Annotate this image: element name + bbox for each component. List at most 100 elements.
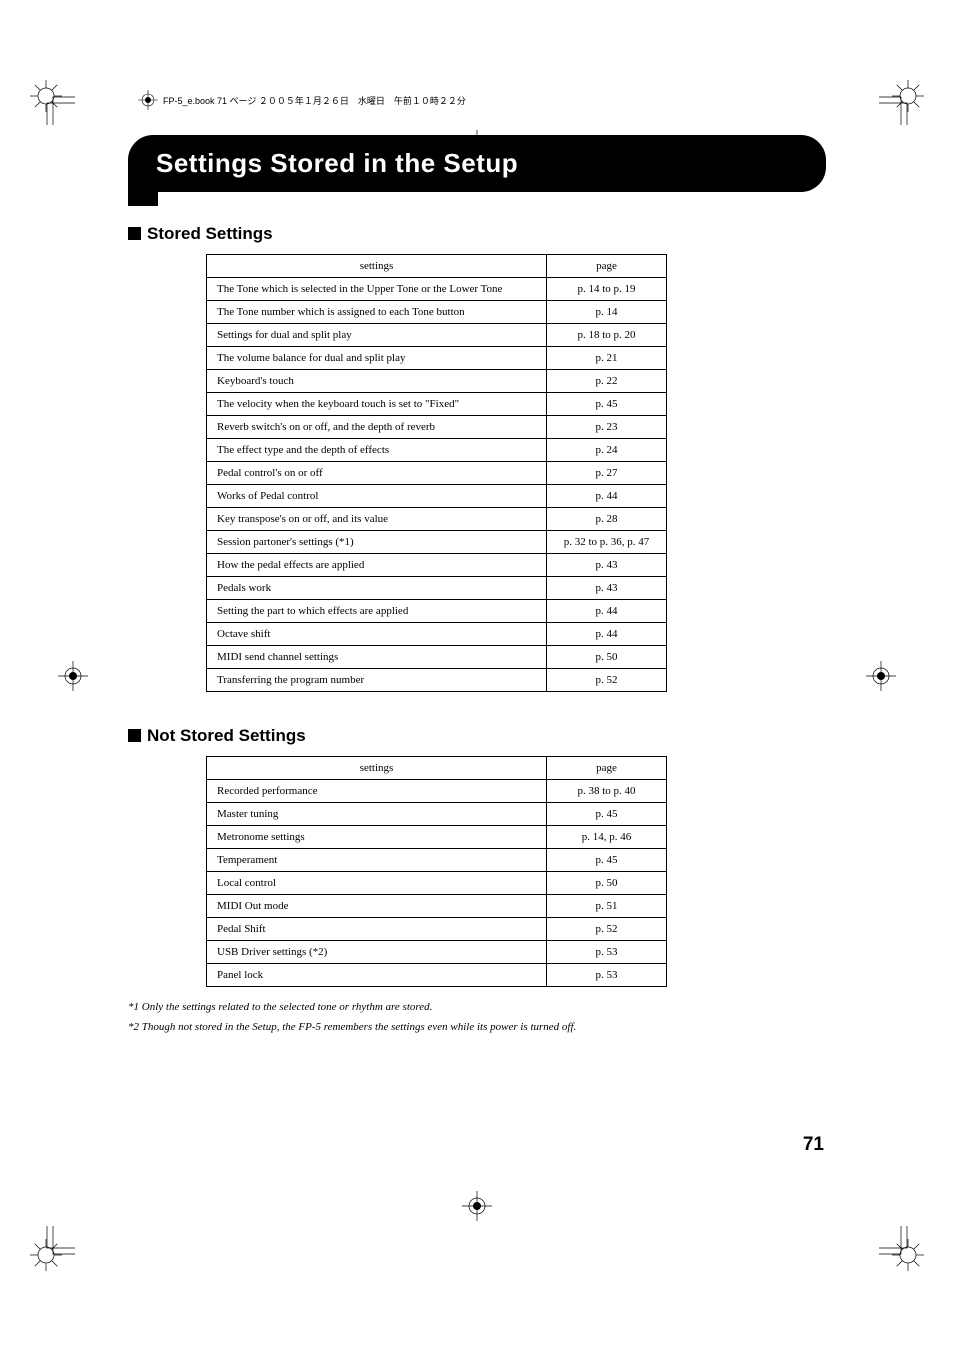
setting-cell: The Tone which is selected in the Upper … <box>207 278 547 301</box>
setting-cell: Octave shift <box>207 623 547 646</box>
page-cell: p. 44 <box>547 600 667 623</box>
setting-cell: Reverb switch's on or off, and the depth… <box>207 416 547 439</box>
page-cell: p. 32 to p. 36, p. 47 <box>547 531 667 554</box>
page-cell: p. 51 <box>547 895 667 918</box>
table-row: The volume balance for dual and split pl… <box>207 347 667 370</box>
table-row: The Tone number which is assigned to eac… <box>207 301 667 324</box>
page-cell: p. 50 <box>547 646 667 669</box>
table-row: Pedal Shiftp. 52 <box>207 918 667 941</box>
table-row: Session partoner's settings (*1)p. 32 to… <box>207 531 667 554</box>
setting-cell: The effect type and the depth of effects <box>207 439 547 462</box>
setting-cell: Master tuning <box>207 803 547 826</box>
table-row: Pedals workp. 43 <box>207 577 667 600</box>
page-cell: p. 21 <box>547 347 667 370</box>
table-row: The velocity when the keyboard touch is … <box>207 393 667 416</box>
table-row: Reverb switch's on or off, and the depth… <box>207 416 667 439</box>
setting-cell: Keyboard's touch <box>207 370 547 393</box>
crop-mark-icon <box>879 85 919 125</box>
crop-mark-icon <box>879 1226 919 1266</box>
setting-cell: Pedals work <box>207 577 547 600</box>
page-cell: p. 14 to p. 19 <box>547 278 667 301</box>
table-row: Works of Pedal controlp. 44 <box>207 485 667 508</box>
table-row: MIDI Out modep. 51 <box>207 895 667 918</box>
page-cell: p. 22 <box>547 370 667 393</box>
table-row: Pedal control's on or offp. 27 <box>207 462 667 485</box>
page-cell: p. 23 <box>547 416 667 439</box>
not-stored-settings-table: settings page Recorded performancep. 38 … <box>206 756 667 987</box>
setting-cell: Setting the part to which effects are ap… <box>207 600 547 623</box>
table-row: Local controlp. 50 <box>207 872 667 895</box>
setting-cell: Pedal Shift <box>207 918 547 941</box>
setting-cell: Local control <box>207 872 547 895</box>
page-cell: p. 38 to p. 40 <box>547 780 667 803</box>
page-cell: p. 52 <box>547 669 667 692</box>
setting-cell: The volume balance for dual and split pl… <box>207 347 547 370</box>
square-bullet-icon <box>128 227 141 240</box>
page-cell: p. 53 <box>547 941 667 964</box>
table-row: Panel lockp. 53 <box>207 964 667 987</box>
setting-cell: USB Driver settings (*2) <box>207 941 547 964</box>
table-header-row: settings page <box>207 757 667 780</box>
page-cell: p. 14 <box>547 301 667 324</box>
page-cell: p. 45 <box>547 803 667 826</box>
page-cell: p. 53 <box>547 964 667 987</box>
page-cell: p. 24 <box>547 439 667 462</box>
table-row: Setting the part to which effects are ap… <box>207 600 667 623</box>
registration-mark-icon <box>58 661 88 691</box>
page-cell: p. 44 <box>547 623 667 646</box>
setting-cell: The Tone number which is assigned to eac… <box>207 301 547 324</box>
column-header-page: page <box>547 255 667 278</box>
setting-cell: MIDI Out mode <box>207 895 547 918</box>
footnote-1: *1 Only the settings related to the sele… <box>128 1001 826 1013</box>
table-row: Settings for dual and split playp. 18 to… <box>207 324 667 347</box>
page-cell: p. 50 <box>547 872 667 895</box>
registration-mark-icon <box>138 90 158 110</box>
table-row: Recorded performancep. 38 to p. 40 <box>207 780 667 803</box>
page-number: 71 <box>803 1134 824 1156</box>
setting-cell: MIDI send channel settings <box>207 646 547 669</box>
column-header-settings: settings <box>207 255 547 278</box>
setting-cell: Recorded performance <box>207 780 547 803</box>
header-file-info: FP-5_e.book 71 ページ ２００５年１月２６日 水曜日 午前１０時２… <box>138 90 466 110</box>
setting-cell: How the pedal effects are applied <box>207 554 547 577</box>
table-row: Transferring the program numberp. 52 <box>207 669 667 692</box>
setting-cell: Metronome settings <box>207 826 547 849</box>
registration-mark-icon <box>866 661 896 691</box>
table-row: Key transpose's on or off, and its value… <box>207 508 667 531</box>
stored-settings-table: settings page The Tone which is selected… <box>206 254 667 692</box>
page-cell: p. 45 <box>547 849 667 872</box>
table-header-row: settings page <box>207 255 667 278</box>
page-cell: p. 45 <box>547 393 667 416</box>
page-cell: p. 27 <box>547 462 667 485</box>
table-row: Master tuningp. 45 <box>207 803 667 826</box>
page-title-bar: Settings Stored in the Setup <box>128 135 826 192</box>
page-cell: p. 44 <box>547 485 667 508</box>
setting-cell: Temperament <box>207 849 547 872</box>
table-row: Octave shiftp. 44 <box>207 623 667 646</box>
table-row: How the pedal effects are appliedp. 43 <box>207 554 667 577</box>
stored-settings-heading: Stored Settings <box>128 224 826 244</box>
table-row: MIDI send channel settingsp. 50 <box>207 646 667 669</box>
not-stored-settings-heading: Not Stored Settings <box>128 726 826 746</box>
table-row: Keyboard's touchp. 22 <box>207 370 667 393</box>
footnote-2: *2 Though not stored in the Setup, the F… <box>128 1021 826 1033</box>
table-row: Metronome settingsp. 14, p. 46 <box>207 826 667 849</box>
column-header-settings: settings <box>207 757 547 780</box>
table-row: USB Driver settings (*2)p. 53 <box>207 941 667 964</box>
setting-cell: Pedal control's on or off <box>207 462 547 485</box>
setting-cell: Key transpose's on or off, and its value <box>207 508 547 531</box>
page-cell: p. 52 <box>547 918 667 941</box>
page-cell: p. 28 <box>547 508 667 531</box>
column-header-page: page <box>547 757 667 780</box>
table-row: The effect type and the depth of effects… <box>207 439 667 462</box>
page-cell: p. 43 <box>547 554 667 577</box>
square-bullet-icon <box>128 729 141 742</box>
page-title: Settings Stored in the Setup <box>156 148 798 179</box>
page-cell: p. 14, p. 46 <box>547 826 667 849</box>
setting-cell: The velocity when the keyboard touch is … <box>207 393 547 416</box>
table-row: Temperamentp. 45 <box>207 849 667 872</box>
setting-cell: Transferring the program number <box>207 669 547 692</box>
page-cell: p. 43 <box>547 577 667 600</box>
page-cell: p. 18 to p. 20 <box>547 324 667 347</box>
setting-cell: Session partoner's settings (*1) <box>207 531 547 554</box>
